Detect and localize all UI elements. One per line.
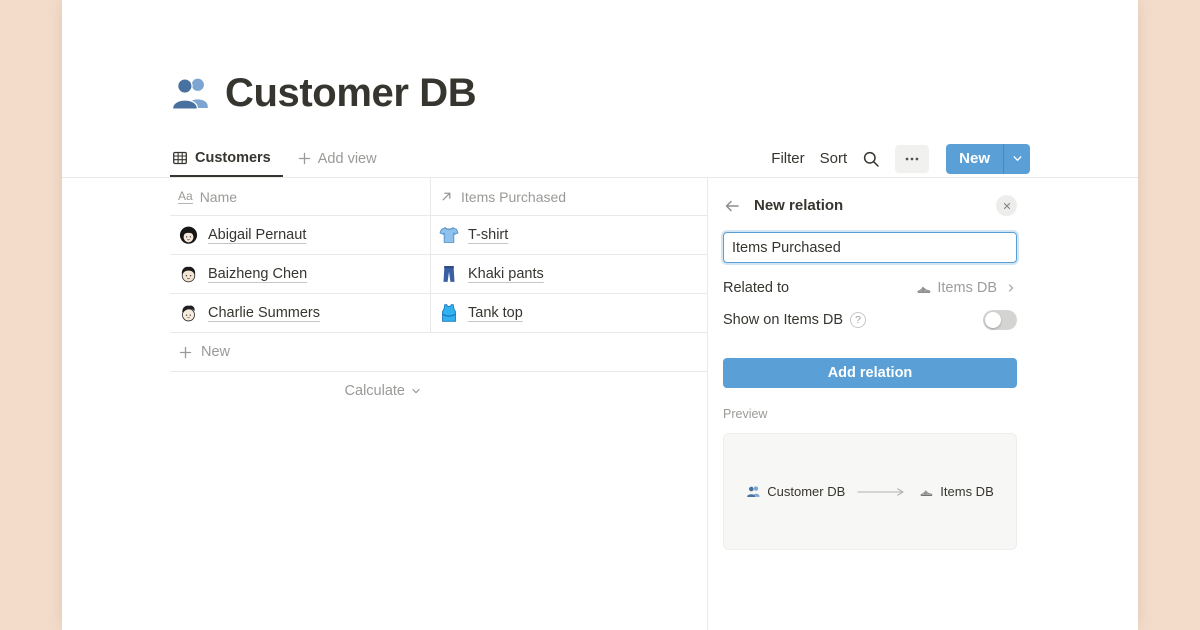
- relation-preview: Customer DB Items DB: [723, 433, 1017, 550]
- related-to-label: Related to: [723, 280, 789, 296]
- close-icon: [1001, 200, 1013, 212]
- close-button[interactable]: [996, 195, 1017, 216]
- calculate-label: Calculate: [345, 383, 405, 399]
- relation-panel: New relation Related to Items DB Show on…: [707, 178, 1138, 630]
- row-item-link[interactable]: Khaki pants: [468, 266, 544, 282]
- relation-arrow-icon: [439, 189, 454, 204]
- table-row: Baizheng Chen Khaki pants: [170, 255, 707, 294]
- people-icon[interactable]: [170, 72, 212, 114]
- avatar-abigail-icon: [178, 225, 199, 246]
- new-button[interactable]: New: [946, 144, 1003, 174]
- column-label: Name: [200, 189, 237, 205]
- new-dropdown-button[interactable]: [1003, 144, 1030, 174]
- tanktop-icon: [439, 303, 459, 323]
- show-on-row: Show on Items DB ?: [723, 309, 1017, 331]
- customers-table: Aa Name Items Purchased Abigail Pernaut …: [170, 178, 707, 630]
- text-property-icon: Aa: [178, 190, 193, 204]
- related-to-value: Items DB: [937, 280, 997, 296]
- view-bar: Customers Add view Filter Sort New: [170, 140, 1030, 177]
- calculate-row: Calculate: [170, 372, 707, 410]
- sort-button[interactable]: Sort: [820, 150, 848, 167]
- plus-icon: [297, 151, 312, 166]
- tab-label: Customers: [195, 150, 271, 166]
- new-row-label: New: [201, 344, 230, 360]
- table-icon: [172, 150, 188, 166]
- chevron-down-icon: [1011, 152, 1024, 165]
- table-header-row: Aa Name Items Purchased: [170, 178, 707, 216]
- more-options-button[interactable]: [895, 145, 929, 173]
- page-title: Customer DB: [225, 70, 476, 116]
- table-row: Charlie Summers Tank top: [170, 294, 707, 333]
- plus-icon: [178, 345, 193, 360]
- screenshot-root: { "window": { "bg_color": "#f4dccb", "ca…: [0, 0, 1200, 630]
- question-icon[interactable]: ?: [850, 312, 866, 328]
- relation-name-input[interactable]: [723, 232, 1017, 263]
- add-view-label: Add view: [318, 151, 377, 167]
- related-to-row[interactable]: Related to Items DB: [723, 277, 1017, 299]
- new-row-button[interactable]: New: [170, 333, 707, 372]
- row-name-link[interactable]: Abigail Pernaut: [208, 227, 306, 243]
- preview-target-label: Items DB: [940, 484, 993, 499]
- column-header-name[interactable]: Aa Name: [170, 178, 430, 215]
- chevron-down-icon: [410, 385, 422, 397]
- sneaker-icon: [919, 484, 934, 499]
- calculate-button[interactable]: Calculate: [170, 372, 422, 410]
- show-on-toggle[interactable]: [983, 310, 1017, 330]
- panel-title: New relation: [754, 197, 843, 214]
- show-on-label: Show on Items DB: [723, 312, 843, 328]
- new-button-group: New: [946, 144, 1030, 174]
- toggle-knob: [985, 312, 1001, 328]
- column-label: Items Purchased: [461, 189, 566, 205]
- row-name-link[interactable]: Charlie Summers: [208, 305, 320, 321]
- arrow-left-icon: [723, 197, 741, 215]
- chevron-right-icon: [1005, 282, 1017, 294]
- tshirt-icon: [439, 225, 459, 245]
- column-header-items-purchased[interactable]: Items Purchased: [430, 178, 707, 215]
- filter-button[interactable]: Filter: [771, 150, 804, 167]
- add-relation-button[interactable]: Add relation: [723, 358, 1017, 388]
- long-arrow-right-icon: [856, 487, 908, 497]
- notion-page-card: Customer DB Customers Add view Filter So…: [62, 0, 1138, 630]
- add-view-button[interactable]: Add view: [293, 151, 381, 167]
- pants-icon: [439, 264, 459, 284]
- sneaker-icon: [916, 280, 932, 296]
- avatar-baizheng-icon: [178, 264, 199, 285]
- preview-source-label: Customer DB: [767, 484, 845, 499]
- preview-label: Preview: [723, 407, 1138, 421]
- table-row: Abigail Pernaut T-shirt: [170, 216, 707, 255]
- tab-customers[interactable]: Customers: [170, 140, 283, 177]
- row-item-link[interactable]: Tank top: [468, 305, 523, 321]
- back-button[interactable]: [723, 197, 741, 215]
- row-item-link[interactable]: T-shirt: [468, 227, 508, 243]
- search-icon[interactable]: [862, 150, 880, 168]
- avatar-charlie-icon: [178, 303, 199, 324]
- page-header: Customer DB: [62, 0, 1138, 116]
- ellipsis-icon: [903, 150, 921, 168]
- people-icon: [746, 484, 761, 499]
- row-name-link[interactable]: Baizheng Chen: [208, 266, 307, 282]
- relation-panel-header: New relation: [723, 195, 1017, 216]
